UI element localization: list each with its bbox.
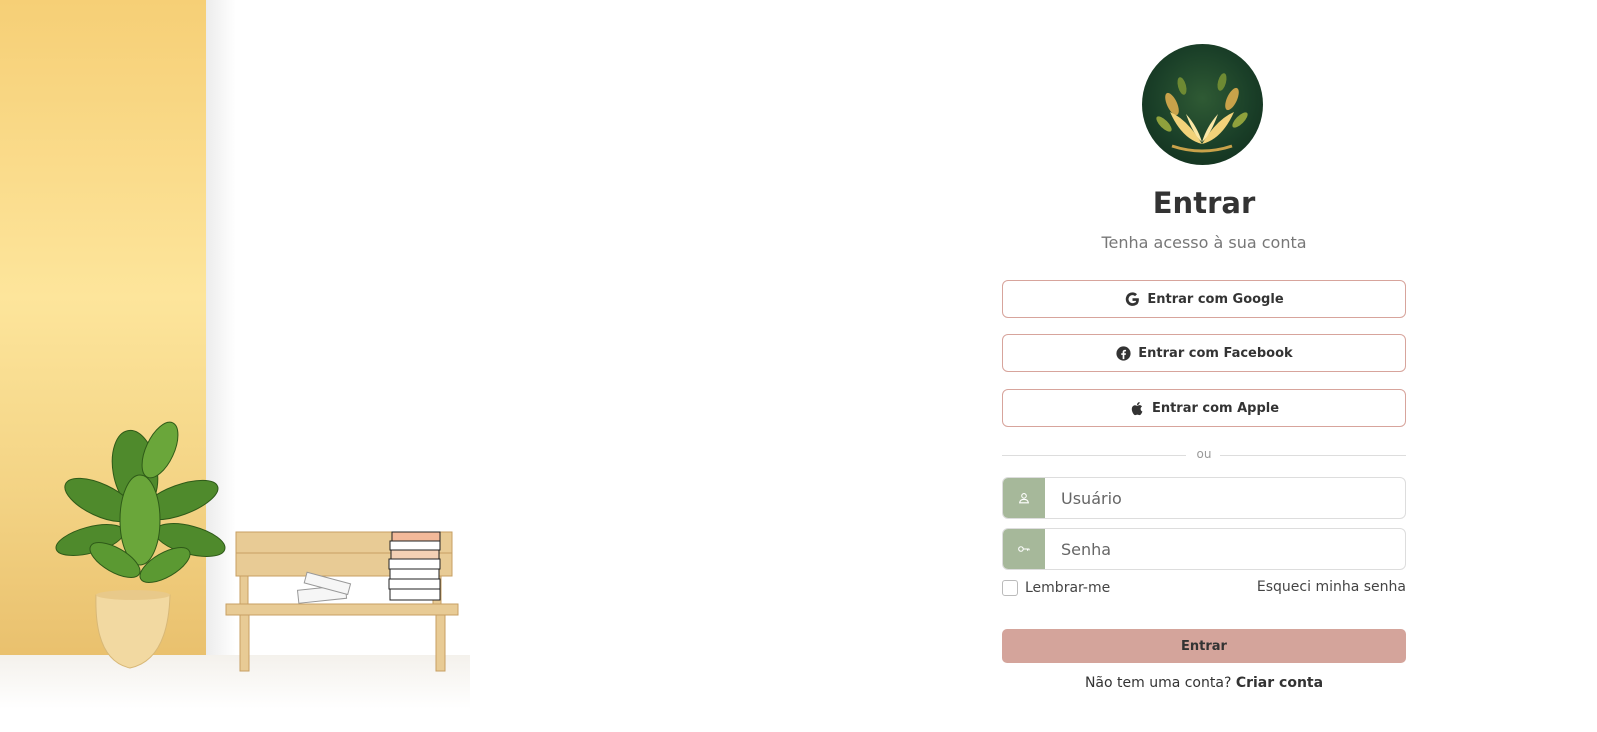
plant-bench-books-image [55,421,459,672]
open-book-leaves-logo [1142,44,1263,165]
facebook-login-label: Entrar com Facebook [1138,345,1293,361]
user-icon [1019,493,1029,504]
divider-line-right [1220,455,1406,456]
google-login-label: Entrar com Google [1147,291,1284,307]
username-input[interactable] [1045,478,1405,518]
google-icon [1126,291,1140,306]
remember-me-checkbox[interactable] [1002,580,1018,596]
google-login-button[interactable]: Entrar com Google [1002,280,1406,318]
login-panel: Entrar Tenha acesso à sua conta Entrar c… [1002,0,1406,732]
small-books [296,571,352,604]
remember-me-label: Lembrar-me [1025,580,1111,596]
hero-illustration [0,0,470,732]
apple-login-button[interactable]: Entrar com Apple [1002,389,1406,427]
or-divider: ou [1002,447,1406,462]
facebook-icon [1116,345,1131,361]
password-field [1002,528,1406,570]
username-field [1002,477,1406,519]
key-icon [1018,546,1030,552]
book-stack [388,531,441,601]
signup-prompt-text: Não tem uma conta? [1084,675,1232,691]
apple-icon [1131,401,1143,415]
plant [55,421,226,583]
divider-text: ou [1196,447,1212,461]
page-title: Entrar [1152,186,1256,220]
login-submit-button[interactable]: Entrar [1002,629,1406,663]
password-input[interactable] [1045,529,1405,569]
apple-login-label: Entrar com Apple [1151,400,1280,416]
signup-prompt: Não tem uma conta? Criar conta [1002,675,1406,691]
username-addon [1003,478,1045,518]
remember-me[interactable]: Lembrar-me [1002,580,1110,596]
facebook-login-button[interactable]: Entrar com Facebook [1002,334,1406,372]
create-account-link[interactable]: Criar conta [1236,675,1323,691]
page-subtitle: Tenha acesso à sua conta [1101,233,1307,252]
password-addon [1003,529,1045,569]
forgot-password-link[interactable]: Esqueci minha senha [1257,579,1406,595]
